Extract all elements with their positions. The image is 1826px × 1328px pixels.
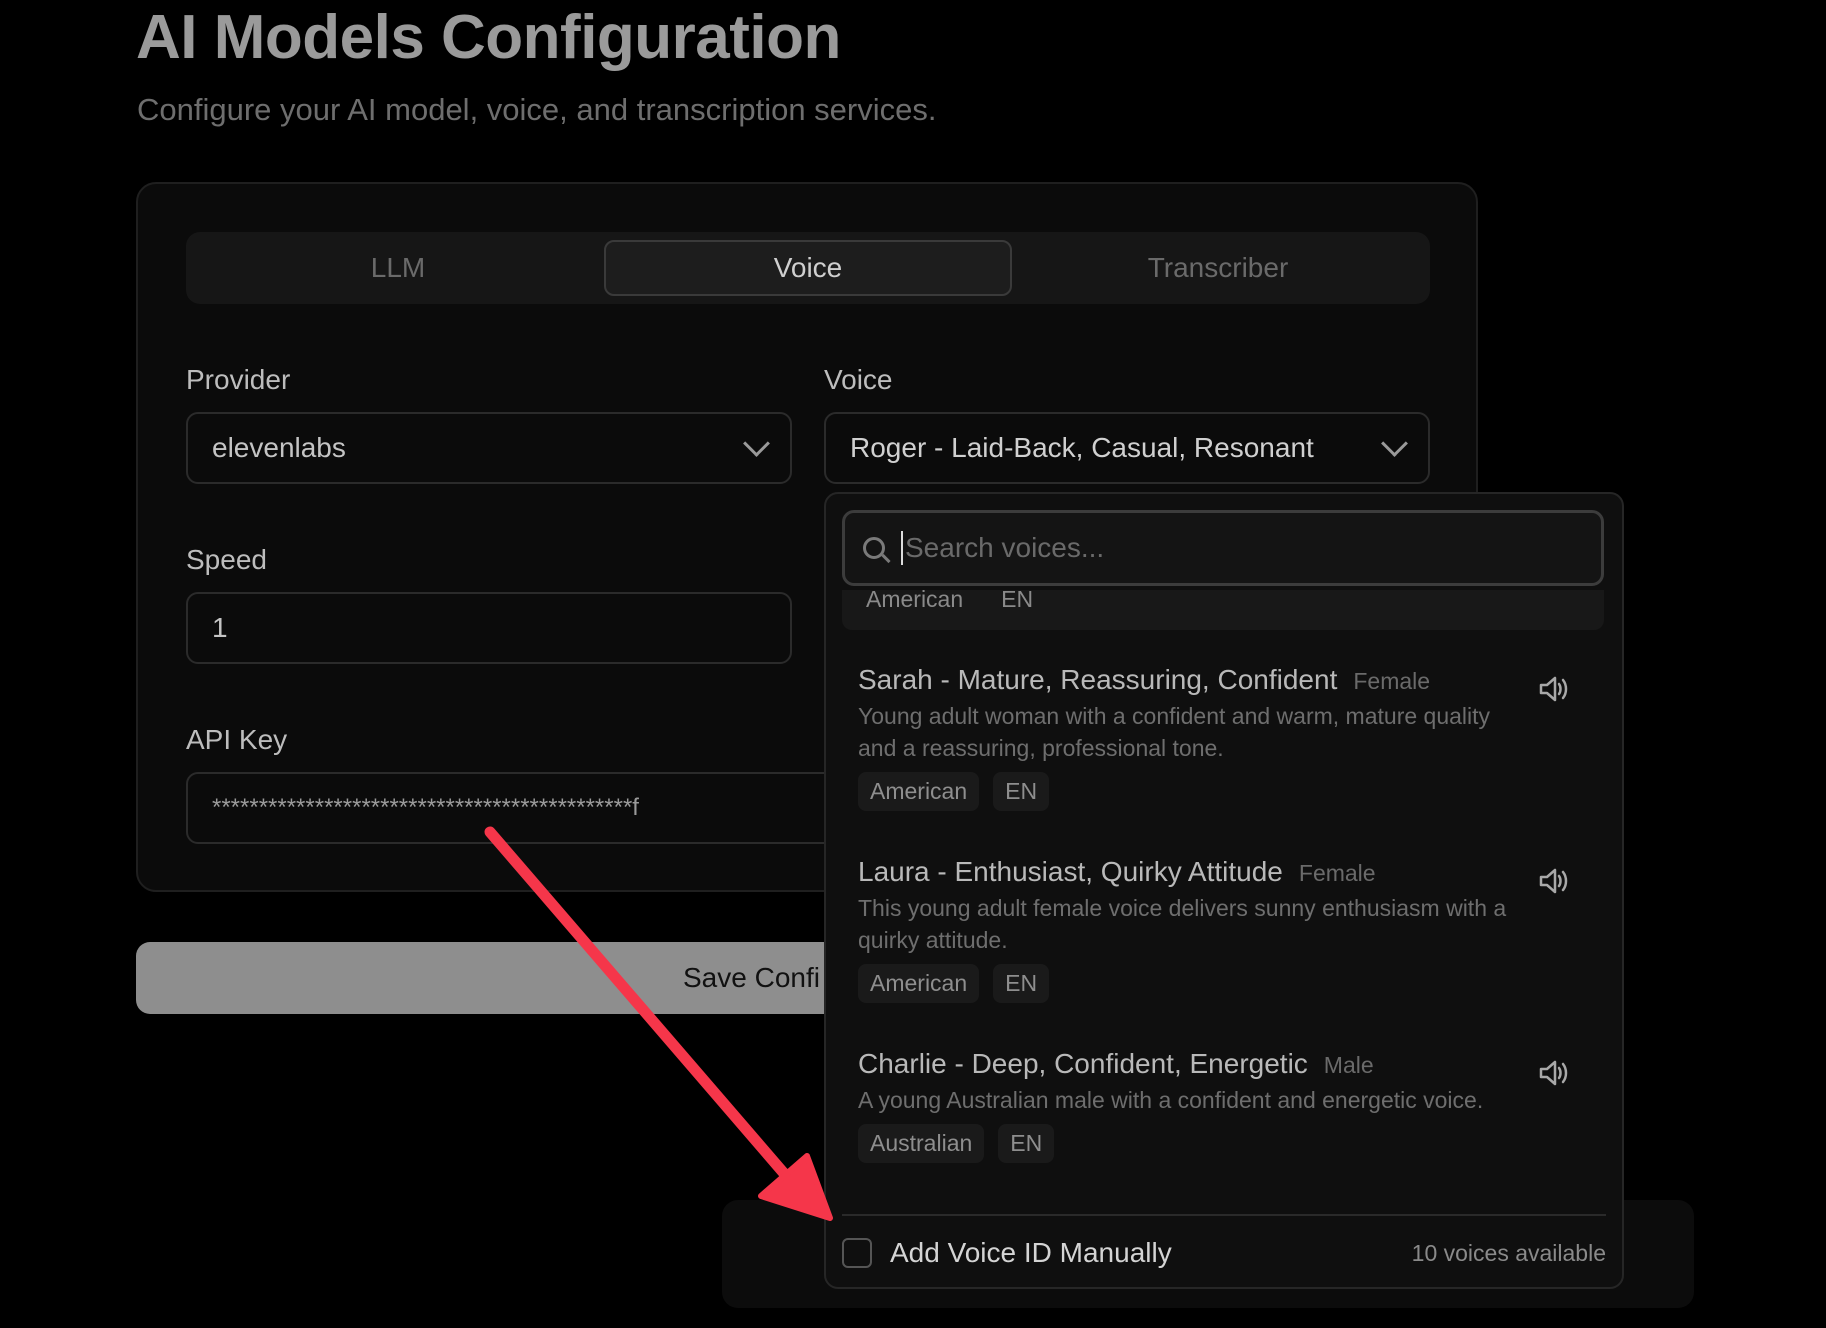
voice-search-input[interactable] — [901, 531, 1547, 565]
api-key-value: ****************************************… — [212, 794, 639, 821]
voice-dropdown: American EN Sarah - Mature, Reassuring, … — [824, 492, 1624, 1289]
tag-accent: American — [858, 964, 980, 1003]
voice-gender: Female — [1298, 860, 1376, 886]
voice-select[interactable]: Roger - Laid-Back, Casual, Resonant — [824, 412, 1430, 484]
api-key-input[interactable]: ****************************************… — [186, 772, 846, 844]
page-title: AI Models Configuration — [136, 3, 841, 72]
voice-label: Voice — [824, 364, 893, 395]
save-button-label: Save Confi — [683, 962, 820, 993]
speed-value: 1 — [212, 612, 228, 643]
voice-gender: Male — [1323, 1052, 1374, 1078]
chevron-down-icon — [743, 429, 770, 457]
tag-accent: Australian — [858, 1124, 985, 1163]
list-item-previous[interactable]: American EN — [842, 586, 1604, 630]
page-subtitle: Configure your AI model, voice, and tran… — [137, 92, 937, 127]
voice-description: A young Australian male with a confident… — [858, 1087, 1484, 1113]
tab-bar: LLM Voice Transcriber — [186, 232, 1430, 304]
speed-label: Speed — [186, 544, 267, 575]
tag-language: EN — [1001, 586, 1034, 612]
tag-language: EN — [993, 772, 1050, 811]
tag-accent: American — [866, 586, 964, 612]
tag-language: EN — [998, 1124, 1055, 1163]
tag-accent: American — [858, 772, 980, 811]
voice-option-laura[interactable]: Laura - Enthusiast, Quirky Attitude Fema… — [858, 856, 1598, 1003]
tab-transcriber[interactable]: Transcriber — [1014, 240, 1422, 296]
voice-value: Roger - Laid-Back, Casual, Resonant — [850, 432, 1314, 463]
voice-description: Young adult woman with a confident and w… — [858, 703, 1491, 761]
voice-option-sarah[interactable]: Sarah - Mature, Reassuring, Confident Fe… — [858, 664, 1598, 811]
provider-label: Provider — [186, 364, 291, 395]
provider-value: elevenlabs — [212, 432, 346, 463]
voice-gender: Female — [1353, 668, 1431, 694]
manual-voice-id-label[interactable]: Add Voice ID Manually — [890, 1237, 1172, 1269]
chevron-down-icon — [1381, 429, 1408, 457]
voice-name: Sarah - Mature, Reassuring, Confident — [858, 664, 1338, 695]
voice-option-charlie[interactable]: Charlie - Deep, Confident, Energetic Mal… — [858, 1048, 1598, 1163]
voice-name: Charlie - Deep, Confident, Energetic — [858, 1048, 1308, 1079]
speaker-icon[interactable] — [1538, 674, 1570, 704]
dropdown-divider — [842, 1214, 1606, 1216]
tag-language: EN — [993, 964, 1050, 1003]
voice-search-box — [842, 510, 1604, 586]
tab-llm[interactable]: LLM — [194, 240, 602, 296]
voice-name: Laura - Enthusiast, Quirky Attitude — [858, 856, 1283, 887]
voices-count: 10 voices available — [1411, 1239, 1606, 1266]
tab-voice[interactable]: Voice — [604, 240, 1012, 296]
speaker-icon[interactable] — [1538, 1058, 1570, 1088]
dropdown-footer: Add Voice ID Manually 10 voices availabl… — [842, 1228, 1606, 1278]
manual-voice-id-checkbox[interactable] — [842, 1238, 872, 1268]
api-key-label: API Key — [186, 724, 288, 755]
provider-select[interactable]: elevenlabs — [186, 412, 792, 484]
voice-description: This young adult female voice delivers s… — [858, 895, 1507, 953]
speaker-icon[interactable] — [1538, 866, 1570, 896]
speed-input[interactable]: 1 — [186, 592, 792, 664]
search-icon — [863, 537, 885, 559]
